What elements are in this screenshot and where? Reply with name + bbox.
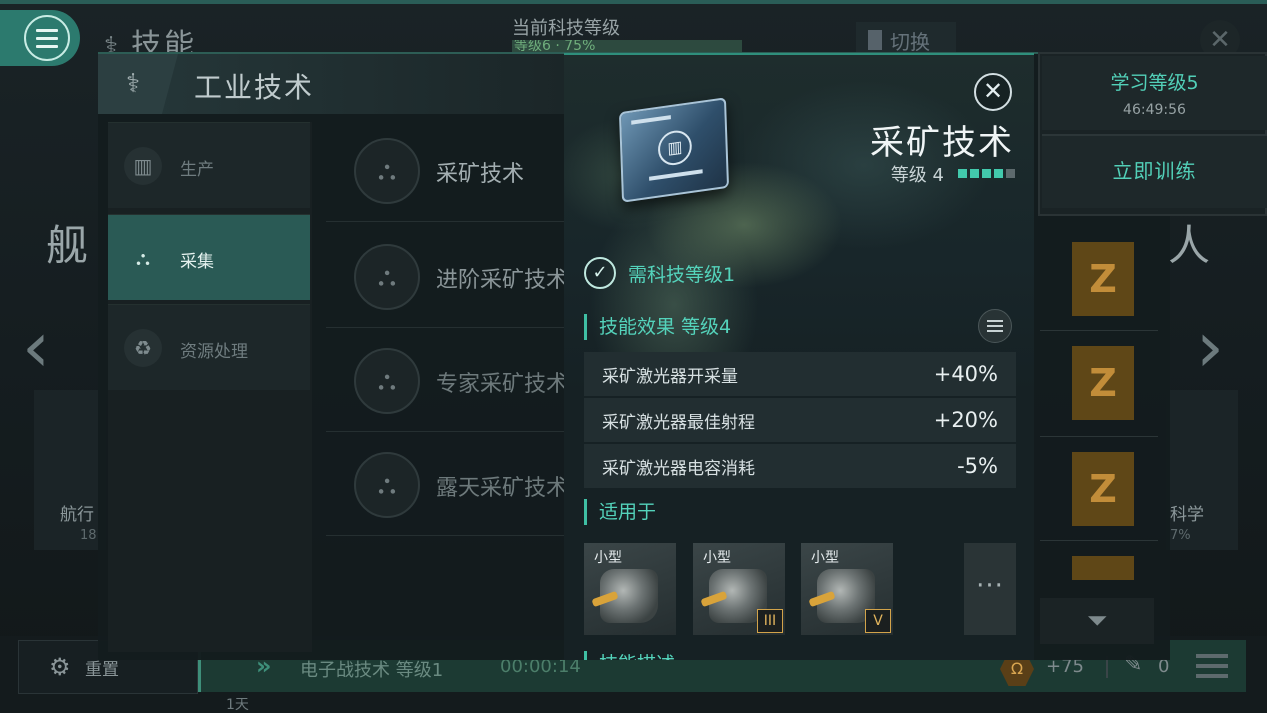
level-pip: [994, 169, 1003, 178]
queue-duration: 1天: [226, 697, 249, 713]
card-label: 科学: [1170, 505, 1204, 525]
effect-row: 采矿激光器最佳射程 +20%: [584, 398, 1016, 442]
divider: [1040, 540, 1158, 541]
switch-icon: [868, 30, 882, 50]
ship-section-label: 舰: [46, 221, 89, 270]
ship-thumbnail[interactable]: 小型: [584, 543, 676, 635]
nav-label: 采集: [180, 252, 214, 272]
mining-icon: ⛬: [354, 348, 420, 414]
skill-row-advanced-mining[interactable]: ⛬ 进阶采矿技术: [326, 226, 569, 328]
nav-item-gathering[interactable]: ⛬ 采集: [108, 214, 310, 300]
skill-book-badge[interactable]: Z: [1072, 242, 1134, 316]
effect-name: 采矿激光器电容消耗: [602, 458, 755, 479]
navigation-skill-card[interactable]: 航行 18: [34, 390, 106, 550]
tier-badge: III: [757, 609, 783, 633]
effect-value: +20%: [933, 408, 998, 432]
level-pip: [1006, 169, 1015, 178]
train-now-button[interactable]: 立即训练: [1042, 134, 1267, 208]
main-menu-button[interactable]: [0, 10, 80, 66]
requirement-text: 需科技等级1: [628, 263, 736, 286]
details-menu-button[interactable]: [978, 309, 1012, 343]
learn-level-label: 学习等级5: [1110, 72, 1199, 94]
level-pip: [982, 169, 991, 178]
tech-level-progress: 等级6 · 75%: [512, 40, 742, 52]
close-button[interactable]: ✕: [974, 73, 1012, 111]
factory-icon: ▥: [124, 147, 162, 185]
mining-icon: ⛬: [136, 246, 150, 270]
mining-icon: ⛬: [354, 138, 420, 204]
skill-name: 专家采矿技术: [436, 372, 569, 397]
science-skill-card[interactable]: 科学 7%: [1166, 390, 1238, 550]
card-value: 7%: [1170, 528, 1191, 543]
nebula-background: [564, 55, 1034, 395]
skill-name: 露天采矿技术: [436, 476, 569, 501]
tier-badge: V: [865, 609, 891, 633]
divider: [1040, 436, 1158, 437]
effect-row: 采矿激光器开采量 +40%: [584, 352, 1016, 396]
skill-name: 进阶采矿技术: [436, 268, 569, 293]
nav-label: 生产: [180, 160, 214, 180]
ship-size: 小型: [594, 550, 622, 566]
skill-book-badge[interactable]: Z: [1072, 452, 1134, 526]
menu-icon: [24, 15, 70, 61]
check-icon: ✓: [584, 257, 616, 289]
card-value: 18: [80, 528, 97, 543]
skill-name: 采矿技术: [436, 162, 525, 187]
filter-button[interactable]: ⏷: [1040, 598, 1154, 644]
more-ships-button[interactable]: ···: [964, 543, 1016, 635]
top-strip: [0, 0, 1267, 4]
level-pip: [958, 169, 967, 178]
effect-heading: 技能效果 等级4: [584, 314, 731, 340]
skill-row-mining[interactable]: ⛬ 采矿技术: [326, 120, 566, 222]
effect-name: 采矿激光器开采量: [602, 366, 738, 387]
mining-icon: ⛬: [354, 452, 420, 518]
skill-book-badge[interactable]: [1072, 556, 1134, 580]
ship-size: 小型: [703, 550, 731, 566]
panel-title: 工业技术: [194, 71, 315, 104]
nav-label: 资源处理: [180, 342, 248, 362]
applies-heading: 适用于: [584, 499, 656, 525]
nav-item-production[interactable]: ▥ 生产: [108, 122, 310, 208]
skill-book-image: ▥: [618, 97, 730, 203]
ship-thumbnail[interactable]: 小型 V: [801, 543, 893, 635]
tech-level-label: 当前科技等级: [512, 18, 620, 39]
factory-icon: ▥: [657, 128, 693, 168]
ship-thumbnail[interactable]: 小型 III: [693, 543, 785, 635]
skill-book-badge[interactable]: Z: [1072, 346, 1134, 420]
person-section-label: 人: [1168, 221, 1211, 270]
panel-header: ⚕ 工业技术: [98, 54, 568, 114]
effect-row: 采矿激光器电容消耗 -5%: [584, 444, 1016, 488]
prev-arrow-icon[interactable]: ‹: [22, 312, 50, 382]
dna-icon: ⚕: [98, 54, 178, 114]
queue-list-icon[interactable]: [1196, 654, 1228, 678]
skill-row-open-pit-mining[interactable]: ⛬ 露天采矿技术: [326, 434, 569, 536]
card-label: 航行: [60, 505, 94, 525]
effect-name: 采矿激光器最佳射程: [602, 412, 755, 433]
reset-icon: ⚙: [49, 653, 71, 681]
mining-icon: ⛬: [354, 244, 420, 310]
level-pip: [970, 169, 979, 178]
effect-value: +40%: [933, 362, 998, 386]
filter-icon: ⏷: [1086, 606, 1108, 636]
level-indicator: [958, 169, 1015, 178]
recycle-icon: ♻: [124, 329, 162, 367]
learn-time-remaining: 46:49:56: [1123, 102, 1186, 118]
skill-row-expert-mining[interactable]: ⛬ 专家采矿技术: [326, 330, 569, 432]
ship-size: 小型: [811, 550, 839, 566]
requirement-row: ✓ 需科技等级1: [584, 257, 735, 289]
skill-title: 采矿技术: [870, 123, 1014, 163]
skill-detail-popup: ▥ ✕ 采矿技术 等级 4 ✓ 需科技等级1 技能效果 等级4 采矿激光器开采量…: [564, 53, 1034, 660]
next-arrow-icon[interactable]: ›: [1196, 312, 1224, 382]
description-heading: 技能描述: [584, 651, 675, 660]
effect-value: -5%: [957, 454, 998, 478]
skill-level: 等级 4: [890, 165, 944, 186]
close-icon: ✕: [982, 77, 1004, 105]
nav-item-resource-processing[interactable]: ♻ 资源处理: [108, 304, 310, 390]
divider: [1040, 330, 1158, 331]
